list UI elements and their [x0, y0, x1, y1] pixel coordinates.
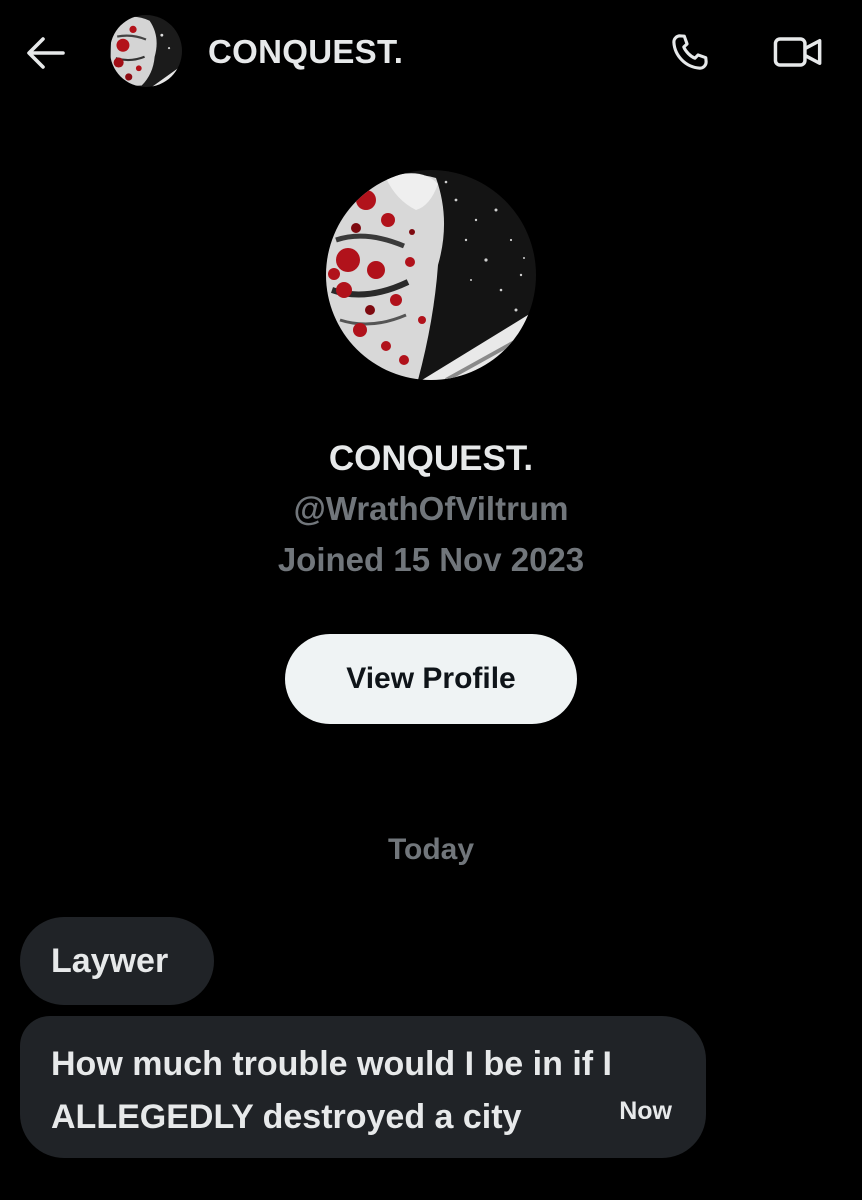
- message-bubble[interactable]: How much trouble would I be in if I ALLE…: [20, 1016, 706, 1158]
- profile-handle: @WrathOfViltrum: [293, 490, 569, 527]
- profile-name: CONQUEST.: [328, 439, 534, 478]
- header-avatar[interactable]: [110, 15, 182, 87]
- video-camera-icon: [773, 37, 822, 67]
- message-bubble[interactable]: Laywer: [20, 917, 214, 1005]
- arrow-left-icon: [27, 37, 65, 69]
- header-title: CONQUEST.: [208, 33, 404, 70]
- message-timestamp: Now: [619, 1097, 672, 1125]
- date-separator: Today: [387, 833, 475, 866]
- message-text: How much trouble would I be in if I ALLE…: [51, 1045, 612, 1136]
- video-call-button[interactable]: [770, 26, 826, 78]
- conversation-header: CONQUEST.: [0, 0, 862, 104]
- avatar-image: [110, 15, 182, 87]
- profile-joined-date: Joined 15 Nov 2023: [277, 541, 585, 578]
- profile-avatar[interactable]: [326, 170, 536, 380]
- dm-conversation-screen: CONQUEST. CONQUEST. @WrathOfViltrum Join…: [0, 0, 862, 1200]
- message-text: Laywer: [51, 941, 169, 980]
- profile-picture-image: [326, 170, 536, 380]
- back-button[interactable]: [22, 30, 68, 76]
- phone-icon: [672, 34, 708, 70]
- call-button[interactable]: [664, 26, 716, 78]
- view-profile-button[interactable]: View Profile: [285, 634, 577, 724]
